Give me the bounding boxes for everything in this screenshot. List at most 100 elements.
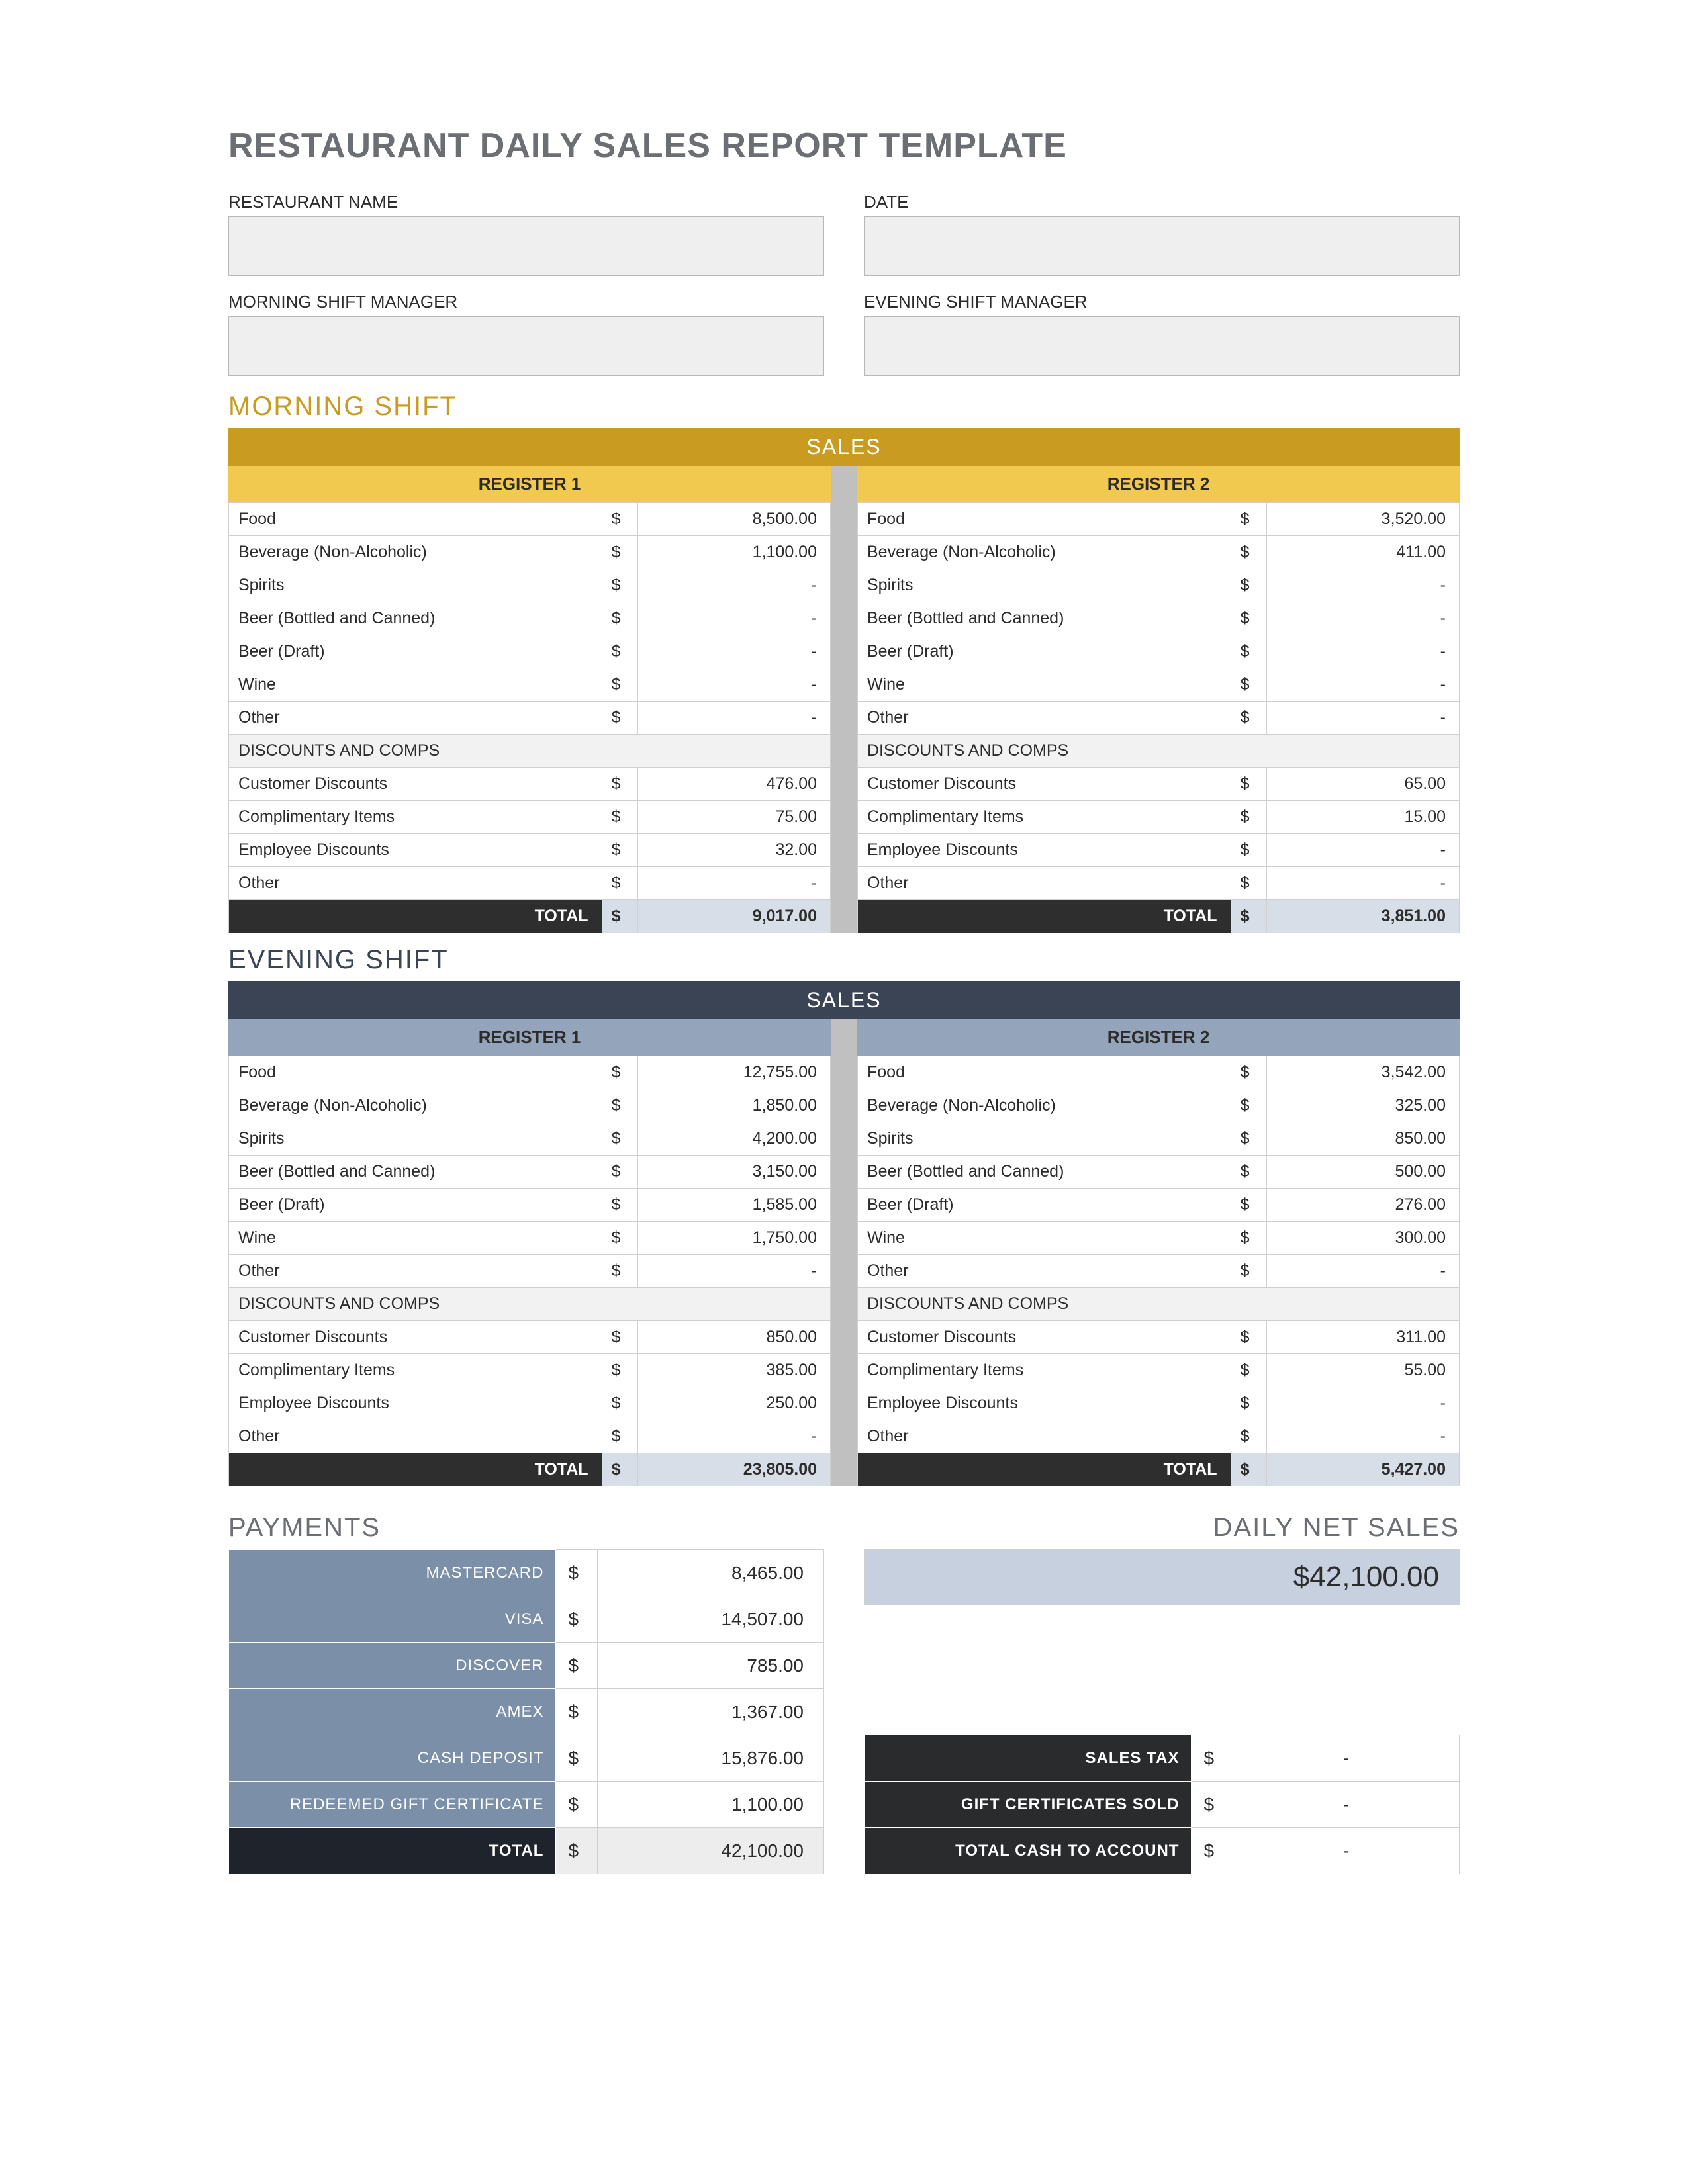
page: RESTAURANT DAILY SALES REPORT TEMPLATE R… [0, 0, 1688, 2184]
discount-row: Other$- [858, 1420, 1460, 1453]
dollar-sign: $ [602, 1321, 638, 1354]
payments-total-row: TOTAL$42,100.00 [229, 1828, 824, 1874]
sales-row: Beer (Bottled and Canned)$3,150.00 [229, 1156, 831, 1189]
dollar-sign: $ [1231, 503, 1267, 536]
payment-label: CASH DEPOSIT [229, 1735, 556, 1782]
sales-row: Beer (Draft)$1,585.00 [229, 1189, 831, 1222]
restaurant-name-label: RESTAURANT NAME [228, 192, 824, 212]
dollar-sign: $ [602, 1387, 638, 1420]
inputs-row-2: MORNING SHIFT MANAGER EVENING SHIFT MANA… [228, 292, 1460, 376]
dollar-sign: $ [602, 867, 638, 900]
row-label: Other [229, 867, 602, 900]
dollar-sign: $ [556, 1550, 598, 1596]
row-label: Wine [229, 668, 602, 702]
total-label: TOTAL [229, 900, 602, 933]
row-value: 32.00 [638, 834, 831, 867]
date-input[interactable] [864, 216, 1460, 276]
row-label: Customer Discounts [858, 768, 1231, 801]
dollar-sign: $ [1231, 1122, 1267, 1156]
row-label: Beer (Bottled and Canned) [229, 1156, 602, 1189]
discount-row: Complimentary Items$55.00 [858, 1354, 1460, 1387]
row-label: Wine [858, 1222, 1231, 1255]
sales-row: Beer (Bottled and Canned)$- [858, 602, 1460, 635]
evening-shift-grid: REGISTER 1 Food$12,755.00Beverage (Non-A… [228, 1019, 1460, 1486]
payment-label: VISA [229, 1596, 556, 1643]
row-value: - [1267, 635, 1460, 668]
sales-row: Beverage (Non-Alcoholic)$325.00 [858, 1089, 1460, 1122]
sales-row: Beverage (Non-Alcoholic)$1,850.00 [229, 1089, 831, 1122]
restaurant-name-input[interactable] [228, 216, 824, 276]
row-value: - [638, 1255, 831, 1288]
dollar-sign: $ [1231, 668, 1267, 702]
row-value: 3,542.00 [1267, 1056, 1460, 1089]
sales-row: Food$3,520.00 [858, 503, 1460, 536]
dollar-sign: $ [1192, 1828, 1233, 1874]
sales-row: Other$- [229, 1255, 831, 1288]
row-label: Beer (Draft) [229, 635, 602, 668]
dollar-sign: $ [602, 1056, 638, 1089]
row-label: Spirits [229, 1122, 602, 1156]
sales-row: Beverage (Non-Alcoholic)$1,100.00 [229, 536, 831, 569]
morning-mgr-input[interactable] [228, 316, 824, 376]
row-label: Complimentary Items [858, 801, 1231, 834]
dollar-sign: $ [602, 1453, 638, 1486]
discount-row: Complimentary Items$75.00 [229, 801, 831, 834]
dollar-sign: $ [1192, 1782, 1233, 1828]
dollar-sign: $ [1192, 1735, 1233, 1782]
tax-row: GIFT CERTIFICATES SOLD$- [865, 1782, 1460, 1828]
evening-mgr-input[interactable] [864, 316, 1460, 376]
row-value: 4,200.00 [638, 1122, 831, 1156]
row-value: - [638, 602, 831, 635]
row-value: 12,755.00 [638, 1056, 831, 1089]
morning-reg2-header: REGISTER 2 [857, 466, 1460, 502]
tax-value: - [1233, 1828, 1460, 1874]
tax-label: GIFT CERTIFICATES SOLD [865, 1782, 1192, 1828]
tax-value: - [1233, 1735, 1460, 1782]
evening-reg1-table: Food$12,755.00Beverage (Non-Alcoholic)$1… [228, 1056, 831, 1486]
row-label: Beer (Bottled and Canned) [858, 1156, 1231, 1189]
bottom-row: PAYMENTS MASTERCARD$8,465.00VISA$14,507.… [228, 1513, 1460, 1874]
morning-gap [831, 466, 857, 933]
payment-label: REDEEMED GIFT CERTIFICATE [229, 1782, 556, 1828]
date-block: DATE [864, 192, 1460, 276]
total-value: 5,427.00 [1267, 1453, 1460, 1486]
dollar-sign: $ [1231, 702, 1267, 735]
discounts-section-label: DISCOUNTS AND COMPS [229, 1288, 831, 1321]
total-label: TOTAL [858, 1453, 1231, 1486]
discount-row: Complimentary Items$15.00 [858, 801, 1460, 834]
row-value: 276.00 [1267, 1189, 1460, 1222]
netsales-col: DAILY NET SALES $42,100.00 SALES TAX$-GI… [864, 1513, 1460, 1874]
discount-row: Employee Discounts$32.00 [229, 834, 831, 867]
sales-row: Spirits$- [229, 569, 831, 602]
tax-label: TOTAL CASH TO ACCOUNT [865, 1828, 1192, 1874]
row-label: Beer (Bottled and Canned) [229, 602, 602, 635]
total-label: TOTAL [858, 900, 1231, 933]
discounts-section-label: DISCOUNTS AND COMPS [229, 735, 831, 768]
sales-row: Other$- [858, 1255, 1460, 1288]
payment-value: 785.00 [598, 1643, 824, 1689]
row-label: Spirits [858, 569, 1231, 602]
sales-row: Food$12,755.00 [229, 1056, 831, 1089]
row-label: Complimentary Items [229, 801, 602, 834]
dollar-sign: $ [602, 536, 638, 569]
row-label: Beer (Draft) [858, 635, 1231, 668]
dollar-sign: $ [1231, 867, 1267, 900]
payment-value: 8,465.00 [598, 1550, 824, 1596]
dollar-sign: $ [556, 1689, 598, 1735]
tax-table: SALES TAX$-GIFT CERTIFICATES SOLD$-TOTAL… [864, 1735, 1460, 1874]
payments-table: MASTERCARD$8,465.00VISA$14,507.00DISCOVE… [228, 1549, 824, 1874]
row-value: - [1267, 668, 1460, 702]
row-label: Other [858, 1420, 1231, 1453]
payment-row: MASTERCARD$8,465.00 [229, 1550, 824, 1596]
row-label: Wine [229, 1222, 602, 1255]
row-label: Food [858, 503, 1231, 536]
row-value: - [1267, 602, 1460, 635]
discounts-section-label: DISCOUNTS AND COMPS [858, 735, 1460, 768]
evening-sales-banner: SALES [228, 981, 1460, 1019]
total-value: 3,851.00 [1267, 900, 1460, 933]
dollar-sign: $ [602, 1122, 638, 1156]
row-label: Complimentary Items [229, 1354, 602, 1387]
sales-row: Wine$300.00 [858, 1222, 1460, 1255]
payments-total-value: 42,100.00 [598, 1828, 824, 1874]
payment-value: 14,507.00 [598, 1596, 824, 1643]
